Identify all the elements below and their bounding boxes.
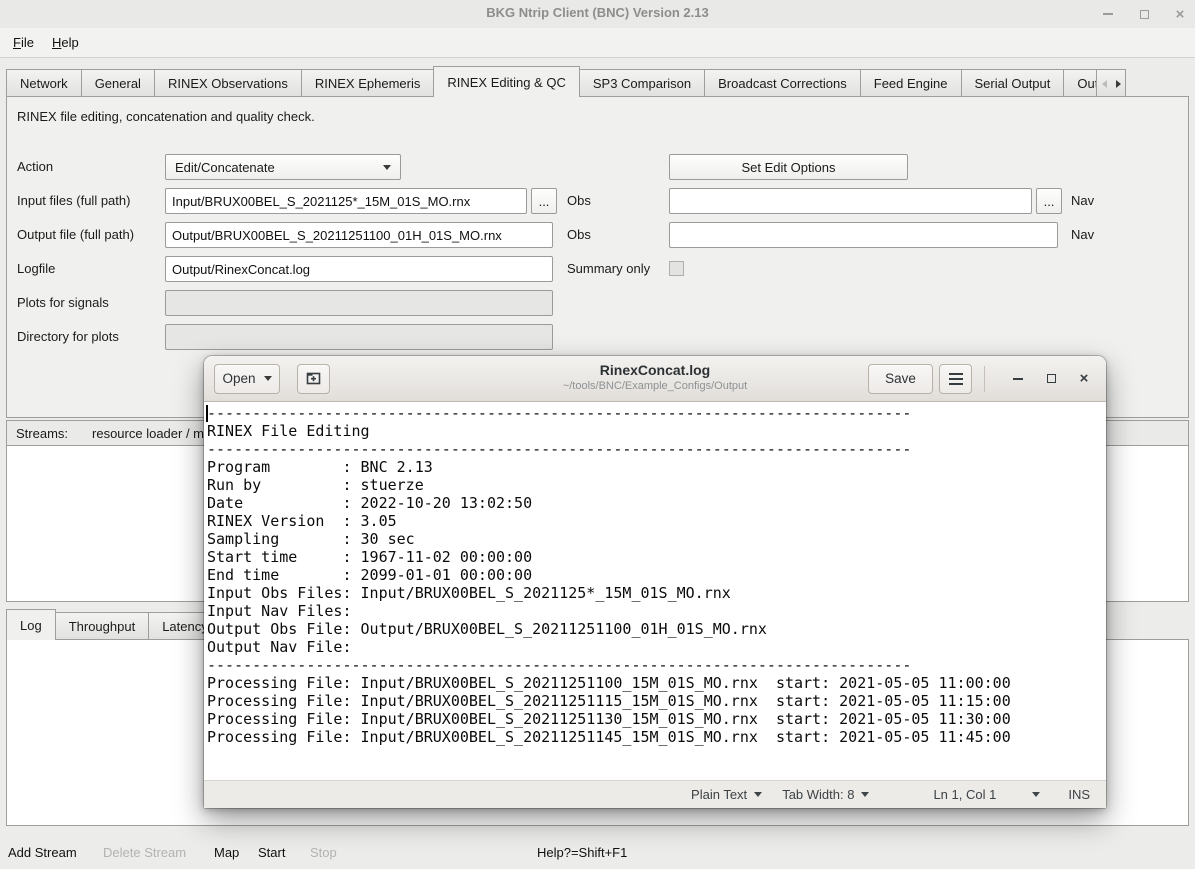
hamburger-menu-button[interactable] — [939, 364, 972, 394]
editor-subtitle: ~/tools/BNC/Example_Configs/Output — [563, 380, 747, 392]
obs-label-2: Obs — [567, 222, 591, 248]
hamburger-icon — [949, 373, 963, 385]
minimize-icon — [1103, 13, 1113, 15]
bottom-toolbar: Add Stream Delete Stream Map Start Stop … — [0, 836, 1195, 869]
chevron-down-icon — [1032, 792, 1040, 797]
output-file-field[interactable] — [165, 222, 553, 248]
new-document-button[interactable] — [297, 364, 330, 394]
tab-rinex-observations[interactable]: RINEX Observations — [154, 69, 302, 97]
plots-directory-field — [165, 324, 553, 350]
main-tabbar: Network General RINEX Observations RINEX… — [6, 66, 1189, 97]
obs-nav-browse-button[interactable]: ... — [1036, 188, 1062, 214]
log-file-content: ----------------------------------------… — [207, 404, 1011, 746]
maximize-icon — [1140, 10, 1149, 19]
logfile-label: Logfile — [17, 256, 55, 282]
editor-text-area[interactable]: ----------------------------------------… — [204, 402, 1106, 780]
editor-title-block: RinexConcat.log ~/tools/BNC/Example_Conf… — [563, 362, 747, 392]
close-icon: × — [1080, 371, 1089, 386]
summary-only-checkbox[interactable] — [669, 261, 684, 276]
input-files-browse-button[interactable]: ... — [531, 188, 557, 214]
tab-general[interactable]: General — [81, 69, 155, 97]
tab-rinex-ephemeris[interactable]: RINEX Ephemeris — [301, 69, 434, 97]
chevron-down-icon — [861, 792, 869, 797]
open-button-label: Open — [222, 371, 255, 386]
editor-title: RinexConcat.log — [563, 362, 747, 378]
tab-feed-engine[interactable]: Feed Engine — [860, 69, 962, 97]
main-minimize-button[interactable] — [1101, 7, 1115, 21]
panel-description: RINEX file editing, concatenation and qu… — [17, 109, 315, 124]
tab-rinex-editing-qc[interactable]: RINEX Editing & QC — [433, 66, 580, 97]
nav-label-1: Nav — [1071, 188, 1094, 214]
input-files-field[interactable] — [165, 188, 527, 214]
map-button[interactable]: Map — [214, 843, 239, 863]
cursor-position-label: Ln 1, Col 1 — [933, 787, 996, 802]
delete-stream-button: Delete Stream — [103, 843, 186, 863]
obs-nav-output-field[interactable] — [669, 222, 1058, 248]
tab-throughput[interactable]: Throughput — [55, 612, 150, 640]
nav-label-2: Nav — [1071, 222, 1094, 248]
action-selected-value: Edit/Concatenate — [175, 160, 275, 175]
main-close-button[interactable]: × — [1173, 7, 1187, 21]
tab-log[interactable]: Log — [6, 609, 56, 640]
tab-outages[interactable]: Outages — [1063, 69, 1097, 97]
set-edit-options-button[interactable]: Set Edit Options — [669, 154, 908, 180]
chevron-down-icon — [754, 792, 762, 797]
menu-file[interactable]: File — [4, 31, 43, 54]
plots-directory-label: Directory for plots — [17, 324, 119, 350]
output-file-label: Output file (full path) — [17, 222, 134, 248]
logfile-field[interactable] — [165, 256, 553, 282]
tab-sp3-comparison[interactable]: SP3 Comparison — [579, 69, 705, 97]
plots-signals-field — [165, 290, 553, 316]
editor-maximize-button[interactable] — [1039, 367, 1063, 391]
plots-signals-label: Plots for signals — [17, 290, 109, 316]
maximize-icon — [1047, 374, 1056, 383]
stop-button: Stop — [310, 843, 337, 863]
doc-type-dropdown[interactable]: Plain Text — [691, 787, 762, 802]
menubar: File Help — [0, 28, 1195, 58]
tab-broadcast-corrections[interactable]: Broadcast Corrections — [704, 69, 861, 97]
tab-width-dropdown[interactable]: Tab Width: 8 — [782, 787, 869, 802]
obs-nav-input-field[interactable] — [669, 188, 1032, 214]
editor-headerbar[interactable]: Open RinexConcat.log ~/tools/BNC/Example… — [204, 356, 1106, 402]
gedit-window: Open RinexConcat.log ~/tools/BNC/Example… — [204, 356, 1106, 808]
editor-statusbar: Plain Text Tab Width: 8 Ln 1, Col 1 INS — [204, 780, 1106, 808]
editor-close-button[interactable]: × — [1072, 367, 1096, 391]
input-files-label: Input files (full path) — [17, 188, 130, 214]
main-window-title: BKG Ntrip Client (BNC) Version 2.13 — [486, 5, 708, 20]
start-button[interactable]: Start — [258, 843, 285, 863]
main-window-controls: × — [1101, 0, 1187, 28]
insert-mode-indicator: INS — [1068, 787, 1090, 802]
text-cursor — [206, 405, 208, 422]
tab-scroll-buttons — [1096, 69, 1126, 97]
open-button[interactable]: Open — [214, 364, 280, 394]
summary-only-label: Summary only — [567, 256, 650, 282]
action-select[interactable]: Edit/Concatenate — [165, 154, 401, 180]
new-document-icon — [305, 370, 322, 387]
tab-network[interactable]: Network — [6, 69, 82, 97]
close-icon: × — [1176, 7, 1185, 22]
save-button[interactable]: Save — [868, 364, 933, 394]
obs-label-1: Obs — [567, 188, 591, 214]
goto-line-dropdown[interactable] — [1032, 792, 1040, 797]
action-label: Action — [17, 154, 53, 180]
minimize-icon — [1013, 378, 1023, 380]
main-maximize-button[interactable] — [1137, 7, 1151, 21]
doc-type-label: Plain Text — [691, 787, 747, 802]
scroll-right-icon[interactable] — [1116, 80, 1121, 88]
streams-title: Streams: — [16, 426, 68, 441]
main-titlebar: BKG Ntrip Client (BNC) Version 2.13 × — [0, 0, 1195, 28]
help-hint: Help?=Shift+F1 — [537, 843, 627, 863]
menu-help[interactable]: Help — [43, 31, 88, 54]
header-separator — [984, 366, 985, 392]
scroll-left-icon[interactable] — [1102, 80, 1107, 88]
chevron-down-icon — [383, 165, 391, 170]
editor-minimize-button[interactable] — [1006, 367, 1030, 391]
tab-width-label: Tab Width: 8 — [782, 787, 854, 802]
chevron-down-icon — [264, 376, 272, 381]
add-stream-button[interactable]: Add Stream — [8, 843, 77, 863]
tab-serial-output[interactable]: Serial Output — [961, 69, 1065, 97]
